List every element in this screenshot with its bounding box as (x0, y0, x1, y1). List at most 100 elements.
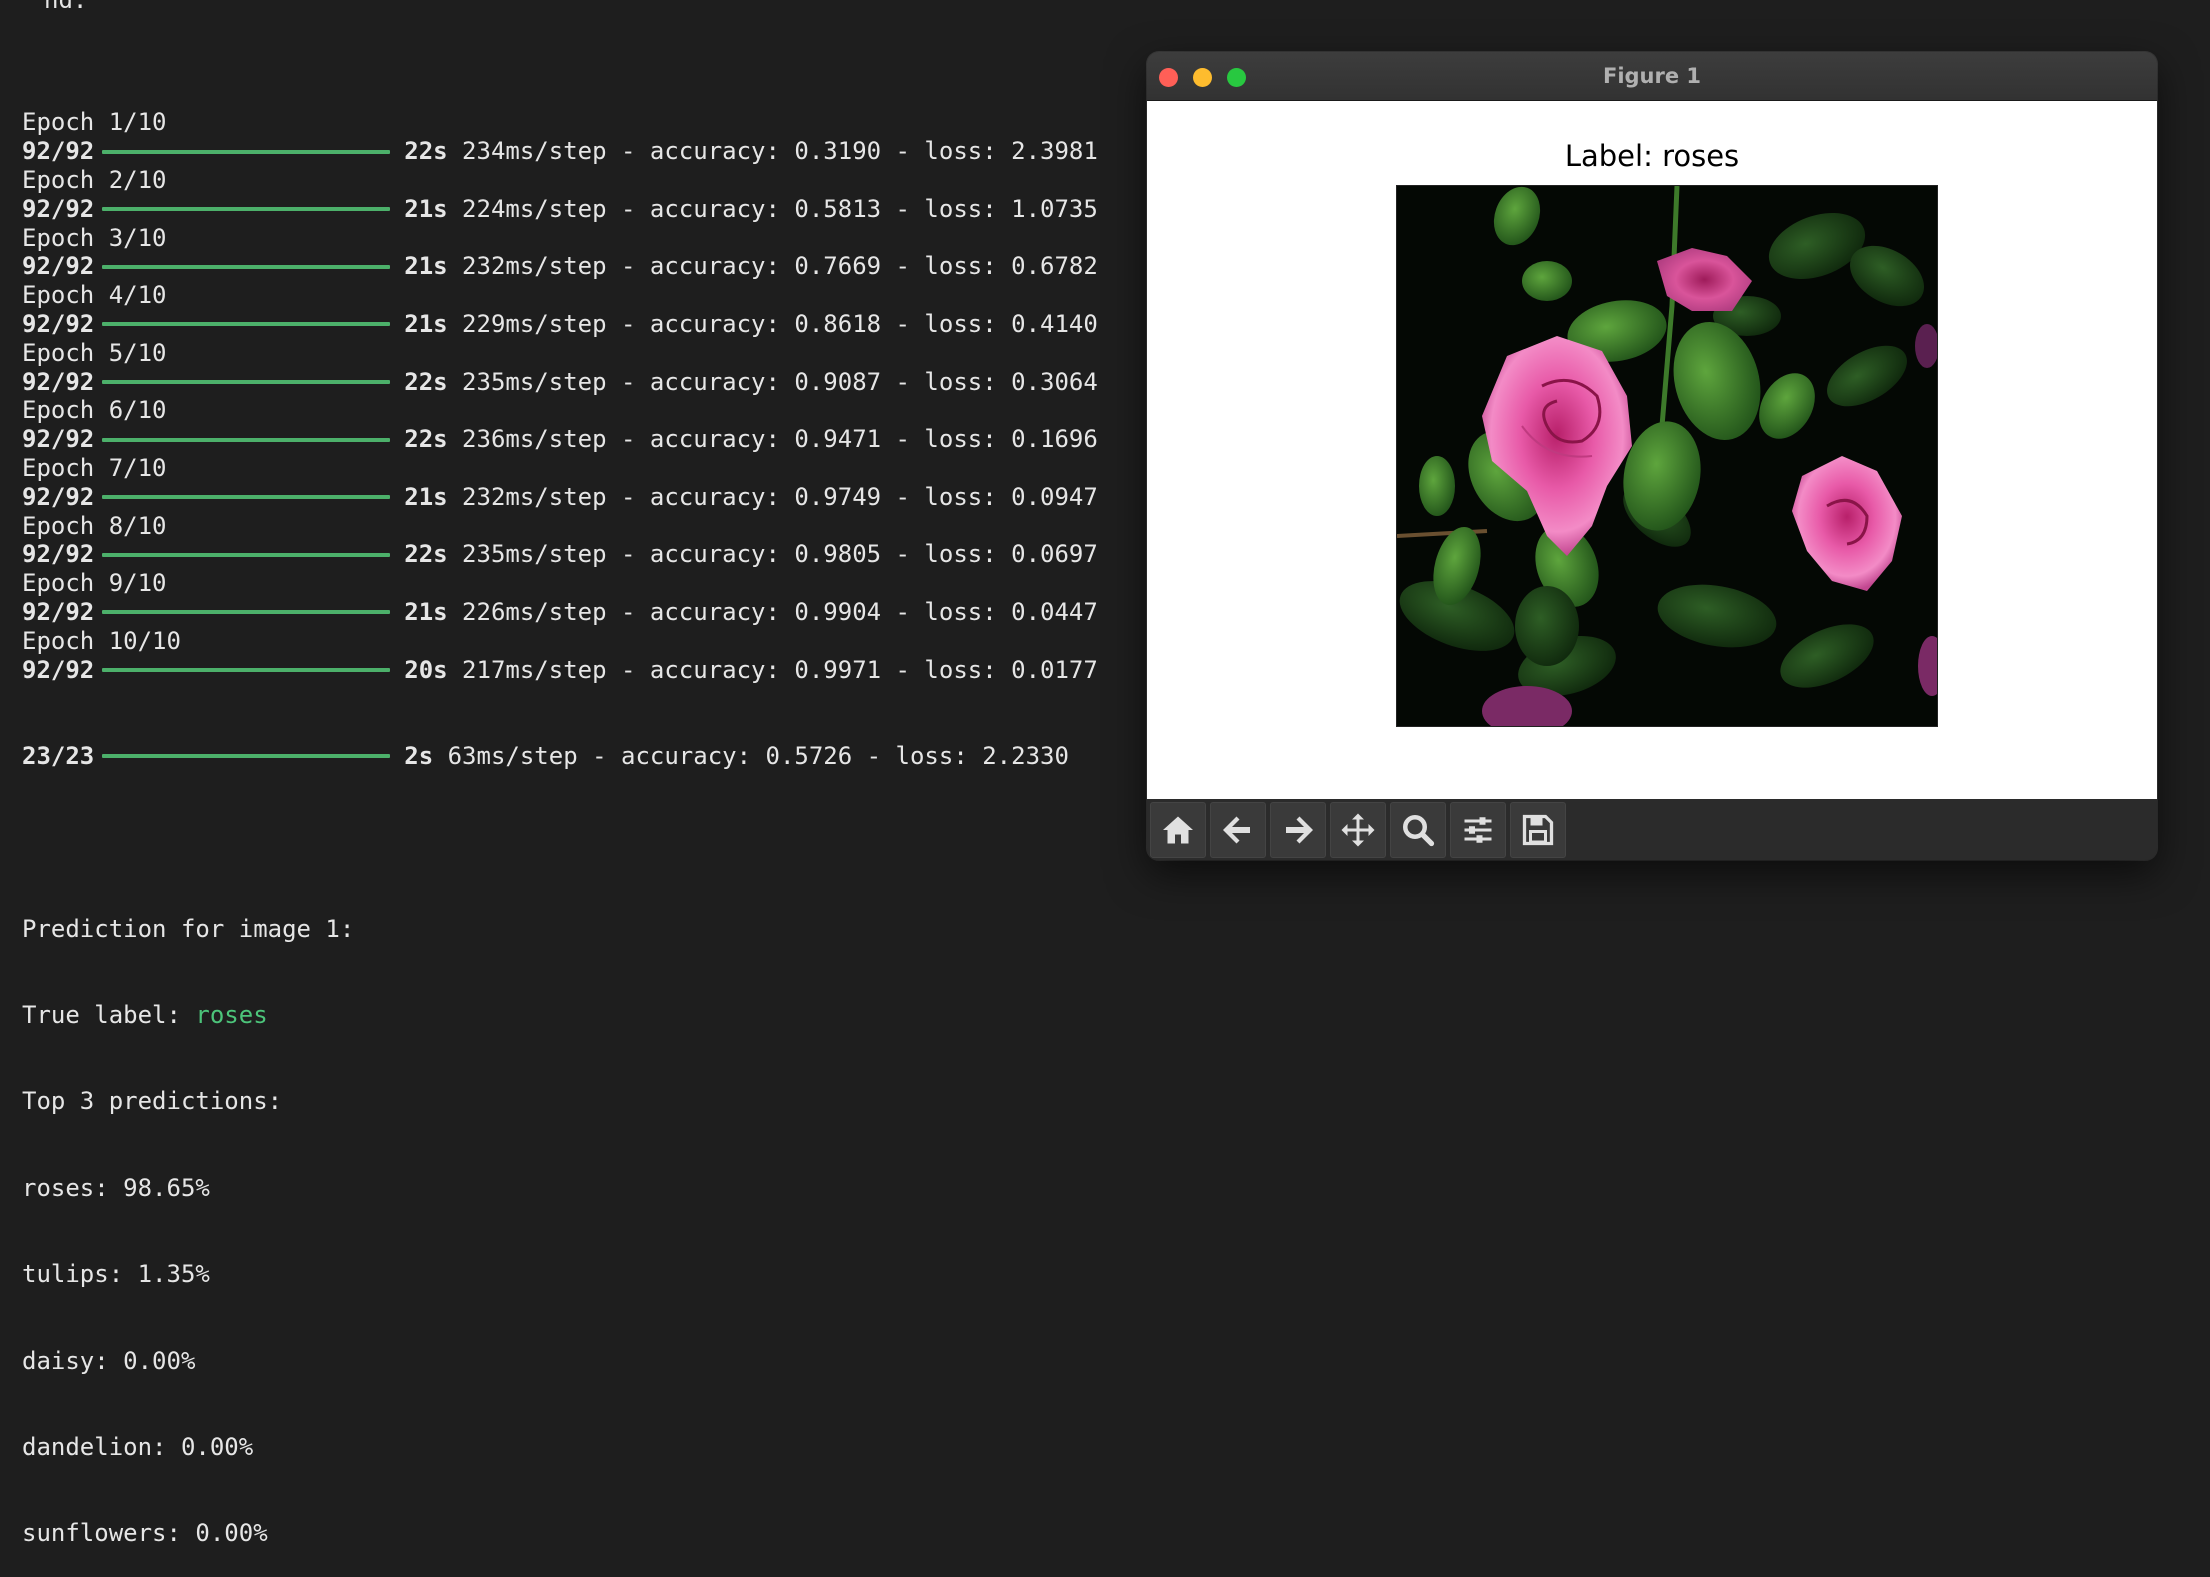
epoch-progress-line: 92/92 22s 235ms/step - accuracy: 0.9805 -… (22, 540, 1142, 569)
eval-time: 2s (404, 741, 434, 770)
home-button[interactable] (1150, 801, 1206, 858)
epoch-header: Epoch 9/10 (22, 569, 167, 598)
epoch-metrics: 236ms/step - accuracy: 0.9471 - loss: 0.… (447, 425, 1098, 454)
epoch-metrics: 224ms/step - accuracy: 0.5813 - loss: 1.… (447, 194, 1098, 223)
epoch-progress-bar (102, 379, 391, 384)
epoch-progress-line: 92/92 21s 232ms/step - accuracy: 0.7669 -… (22, 252, 1142, 281)
rose-image (1396, 185, 1938, 727)
epoch-header: Epoch 1/10 (22, 108, 167, 137)
epoch-metrics: 226ms/step - accuracy: 0.9904 - loss: 0.… (447, 597, 1098, 626)
true-label-prefix: True label: (22, 1001, 196, 1030)
epoch-metrics: 234ms/step - accuracy: 0.3190 - loss: 2.… (447, 137, 1098, 166)
epoch-progress-line: 92/92 22s 235ms/step - accuracy: 0.9087 -… (22, 368, 1142, 397)
eval-progress-bar (102, 754, 391, 759)
epoch-progress-bar (102, 552, 391, 557)
epoch-steps: 92/92 (22, 482, 95, 511)
epoch-time: 22s (404, 367, 448, 396)
epoch-time: 22s (404, 425, 448, 454)
epoch-metrics: 217ms/step - accuracy: 0.9971 - loss: 0.… (447, 655, 1098, 684)
epoch-header: Epoch 10/10 (22, 626, 181, 655)
epoch-progress-bar (102, 495, 391, 500)
plot-title: Label: roses (1564, 139, 1740, 173)
epoch-time: 22s (404, 540, 448, 569)
epoch-time: 21s (404, 597, 448, 626)
prediction-item: dandelion: 0.00% (22, 1433, 254, 1462)
configure-subplots-button[interactable] (1450, 801, 1506, 858)
prediction-item: roses: 98.65% (22, 1173, 210, 1202)
epoch-progress-bar (102, 149, 391, 154)
eval-progress-line: 23/23 2s 63ms/step - accuracy: 0.5726 - … (22, 742, 1142, 771)
prediction-item: sunflowers: 0.00% (22, 1519, 268, 1548)
true-label-value: roses (195, 1001, 268, 1030)
pan-button[interactable] (1330, 801, 1386, 858)
epoch-time: 22s (404, 137, 448, 166)
epoch-steps: 92/92 (22, 309, 95, 338)
epoch-progress-line: 92/92 22s 236ms/step - accuracy: 0.9471 -… (22, 425, 1142, 454)
rose-photo-illustration (1397, 186, 1937, 726)
back-button[interactable] (1210, 801, 1266, 858)
epoch-list: Epoch 1/10 92/92 22s 234ms/step - accuracy… (22, 108, 1142, 684)
forward-arrow-icon (1286, 816, 1313, 843)
epoch-progress-line: 92/92 21s 232ms/step - accuracy: 0.9749 -… (22, 483, 1142, 512)
epoch-progress-bar (102, 667, 391, 672)
epoch-progress-line: 92/92 21s 224ms/step - accuracy: 0.5813 -… (22, 195, 1142, 224)
eval-metrics: 63ms/step - accuracy: 0.5726 - loss: 2.2… (433, 741, 1069, 770)
epoch-header: Epoch 2/10 (22, 165, 167, 194)
epoch-steps: 92/92 (22, 540, 95, 569)
epoch-time: 21s (404, 252, 448, 281)
figure-canvas[interactable]: Label: roses (1147, 101, 2157, 799)
forward-button[interactable] (1270, 801, 1326, 858)
epoch-steps: 92/92 (22, 252, 95, 281)
zoom-magnifier-icon (1403, 814, 1435, 846)
prediction-item: tulips: 1.35% (22, 1260, 210, 1289)
truncated-line: ng. (44, 0, 87, 8)
epoch-header: Epoch 4/10 (22, 281, 167, 310)
epoch-steps: 92/92 (22, 425, 95, 454)
prediction-item: daisy: 0.00% (22, 1346, 196, 1375)
epoch-progress-line: 92/92 22s 234ms/step - accuracy: 0.3190 -… (22, 137, 1142, 166)
epoch-time: 21s (404, 482, 448, 511)
epoch-time: 21s (404, 309, 448, 338)
matplotlib-toolbar (1147, 799, 2157, 860)
epoch-steps: 92/92 (22, 194, 95, 223)
zoom-button[interactable] (1390, 801, 1446, 858)
top3-header: Top 3 predictions: (22, 1087, 283, 1116)
epoch-header: Epoch 6/10 (22, 396, 167, 425)
terminal-output: ng. Epoch 1/1092/9222s 234ms/step - accu… (22, 0, 1142, 1547)
epoch-header: Epoch 8/10 (22, 511, 167, 540)
epoch-steps: 92/92 (22, 367, 95, 396)
pan-move-icon (1341, 813, 1375, 846)
epoch-metrics: 232ms/step - accuracy: 0.9749 - loss: 0.… (447, 482, 1098, 511)
epoch-steps: 92/92 (22, 137, 95, 166)
true-label-line: True label: roses (22, 1001, 1142, 1030)
epoch-metrics: 235ms/step - accuracy: 0.9805 - loss: 0.… (447, 540, 1098, 569)
epoch-metrics: 229ms/step - accuracy: 0.8618 - loss: 0.… (447, 309, 1098, 338)
back-arrow-icon (1223, 816, 1250, 843)
epoch-header: Epoch 5/10 (22, 338, 167, 367)
eval-steps: 23/23 (22, 741, 95, 770)
epoch-progress-line: 92/92 20s 217ms/step - accuracy: 0.9971 -… (22, 656, 1142, 685)
save-button[interactable] (1510, 801, 1566, 858)
epoch-progress-bar (102, 610, 391, 615)
configure-subplots-icon (1464, 816, 1492, 843)
epoch-progress-bar (102, 437, 391, 442)
prediction-header: Prediction for image 1: (22, 914, 355, 943)
window-title: Figure 1 (1602, 64, 1702, 88)
epoch-progress-line: 92/92 21s 229ms/step - accuracy: 0.8618 -… (22, 310, 1142, 339)
window-titlebar[interactable]: Figure 1 (1147, 52, 2157, 101)
epoch-progress-bar (102, 207, 391, 212)
save-floppy-icon (1522, 814, 1554, 845)
epoch-time: 20s (404, 655, 448, 684)
epoch-progress-line: 92/92 21s 226ms/step - accuracy: 0.9904 -… (22, 598, 1142, 627)
figure-window[interactable]: Figure 1 Label: roses (1147, 52, 2157, 860)
epoch-progress-bar (102, 322, 391, 327)
epoch-steps: 92/92 (22, 597, 95, 626)
epoch-header: Epoch 3/10 (22, 223, 167, 252)
epoch-steps: 92/92 (22, 655, 95, 684)
home-icon (1163, 816, 1193, 843)
epoch-metrics: 232ms/step - accuracy: 0.7669 - loss: 0.… (447, 252, 1098, 281)
epoch-progress-bar (102, 264, 391, 269)
epoch-time: 21s (404, 194, 448, 223)
epoch-metrics: 235ms/step - accuracy: 0.9087 - loss: 0.… (447, 367, 1098, 396)
